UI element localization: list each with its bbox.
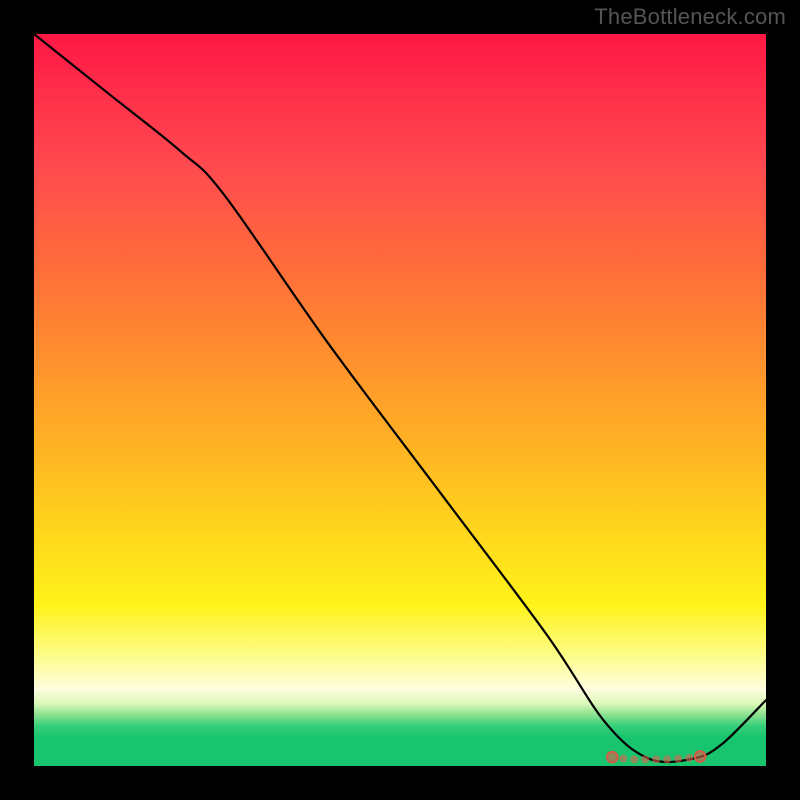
overlay-svg: [34, 34, 766, 766]
scatter-dot: [663, 755, 671, 763]
bottleneck-curve: [34, 34, 766, 762]
plot-area: [34, 34, 766, 766]
scatter-dot: [685, 754, 693, 762]
watermark-text: TheBottleneck.com: [594, 4, 786, 30]
scatter-dot: [652, 755, 660, 763]
scatter-dot: [608, 753, 616, 761]
scatter-dot: [619, 755, 627, 763]
scatter-dot: [630, 755, 638, 763]
chart-container: TheBottleneck.com: [0, 0, 800, 800]
scatter-dot: [641, 755, 649, 763]
scatter-group: [607, 751, 705, 763]
scatter-dot: [674, 755, 682, 763]
scatter-dot: [696, 752, 704, 760]
